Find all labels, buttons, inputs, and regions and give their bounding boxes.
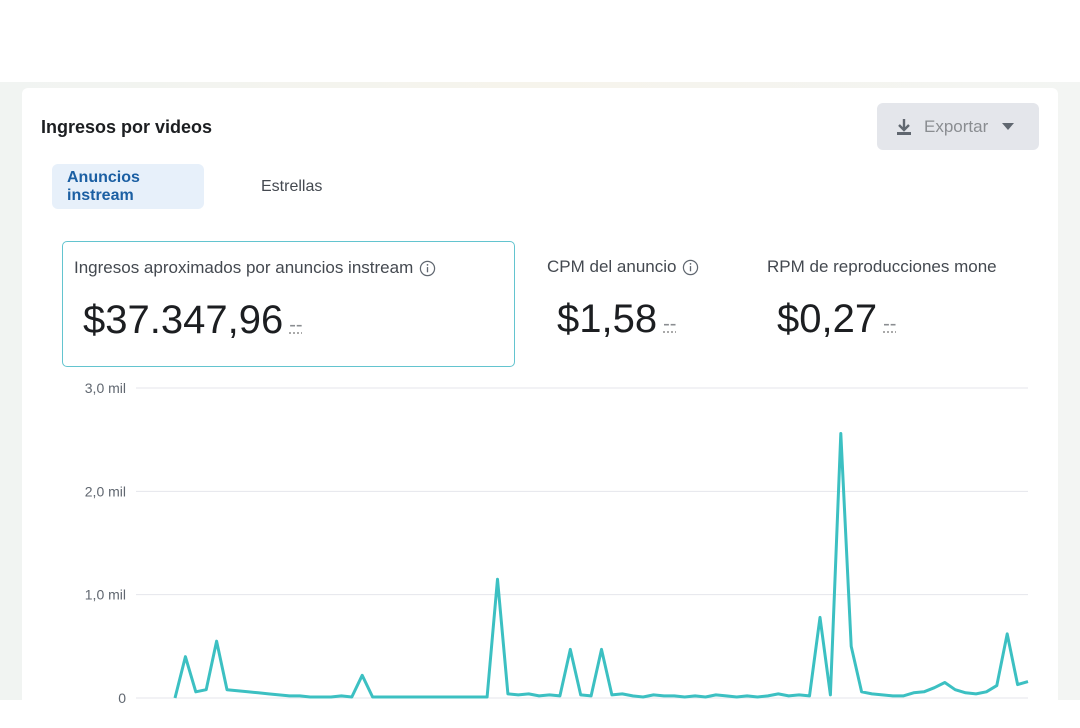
metric-ad-cpm[interactable]: CPM del anuncio $1,58 --	[535, 241, 745, 367]
metric-label: CPM del anuncio	[547, 257, 677, 276]
top-background	[0, 0, 1080, 82]
metric-value-row: $1,58 --	[557, 297, 676, 342]
chevron-down-icon	[1002, 123, 1015, 130]
tab-label: Anuncios instream	[67, 168, 140, 204]
metric-delta: --	[883, 313, 897, 335]
card-title: Ingresos por videos	[41, 117, 213, 137]
y-tick-label: 3,0 mil	[85, 380, 126, 396]
y-tick-label: 1,0 mil	[85, 587, 126, 603]
download-icon	[897, 118, 911, 135]
metric-value-row: $0,27 --	[777, 297, 896, 342]
revenue-series-line[interactable]	[173, 432, 1029, 699]
metric-label-row: CPM del anuncio	[547, 257, 699, 277]
info-icon[interactable]	[682, 259, 699, 276]
metric-delta: --	[289, 314, 303, 336]
y-tick-label: 2,0 mil	[85, 483, 126, 499]
export-label: Exportar	[924, 116, 989, 136]
video-revenue-card: Ingresos por videos Exportar Anuncios in…	[22, 88, 1058, 728]
info-icon[interactable]	[419, 260, 436, 277]
metric-label-row: RPM de reproducciones mone	[767, 257, 997, 277]
metric-value: $37.347,96	[83, 298, 284, 342]
metric-label: RPM de reproducciones mone	[767, 257, 997, 276]
metric-delta: --	[663, 313, 677, 335]
metric-value: $0,27	[777, 297, 878, 341]
metric-value: $1,58	[557, 297, 658, 341]
metric-label-row: Ingresos aproximados por anuncios instre…	[74, 258, 436, 278]
revenue-line-chart[interactable]: 3,0 mil 2,0 mil 1,0 mil 0	[22, 368, 1058, 728]
metric-monetized-rpm[interactable]: RPM de reproducciones mone $0,27 --	[755, 241, 1058, 367]
metric-label: Ingresos aproximados por anuncios instre…	[74, 258, 414, 277]
tab-instream-ads[interactable]: Anuncios instream	[52, 164, 204, 209]
metric-instream-revenue[interactable]: Ingresos aproximados por anuncios instre…	[62, 241, 515, 367]
export-button[interactable]: Exportar	[877, 103, 1039, 150]
y-tick-label: 0	[118, 690, 126, 706]
tab-stars[interactable]: Estrellas	[246, 164, 337, 209]
metric-value-row: $37.347,96 --	[83, 298, 303, 343]
tab-label: Estrellas	[261, 177, 323, 195]
